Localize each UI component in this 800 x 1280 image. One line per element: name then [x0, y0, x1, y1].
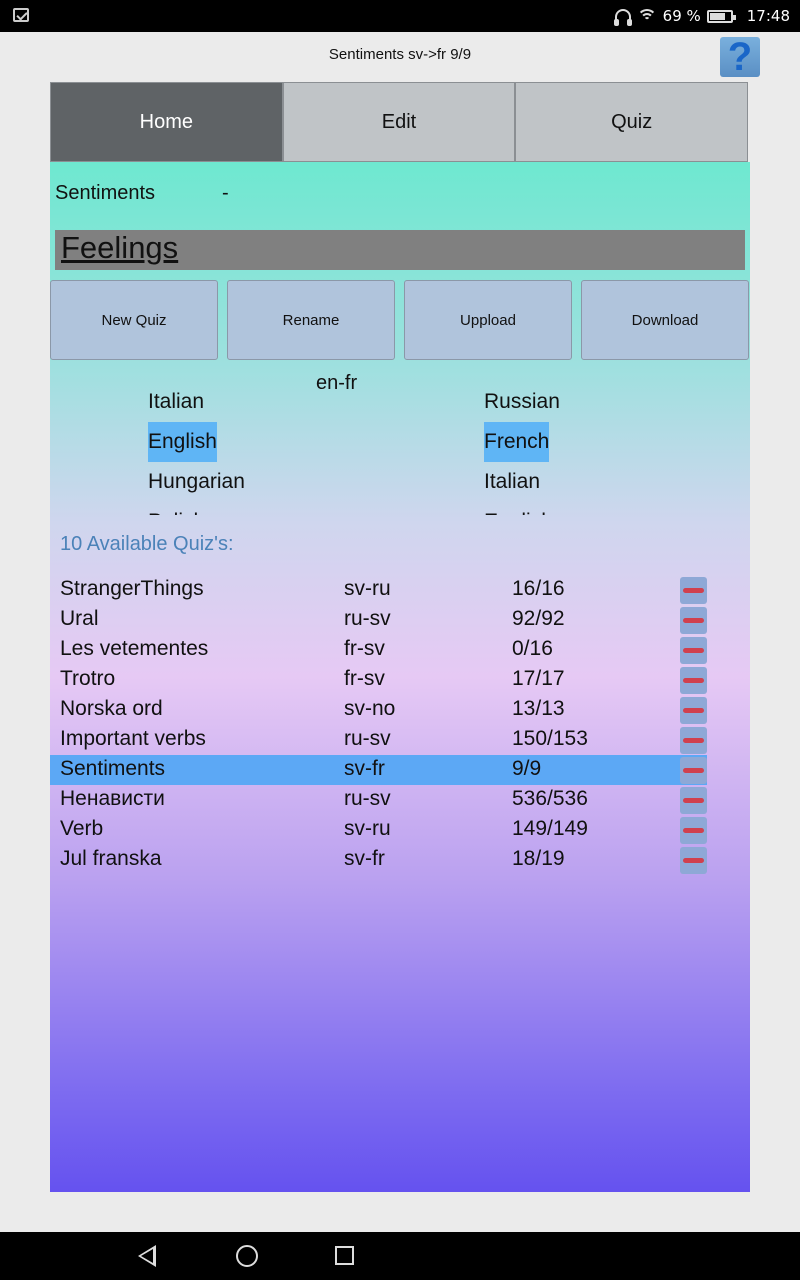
quiz-score: 92/92: [512, 607, 565, 630]
navigation-bar: [0, 1232, 800, 1280]
language-option[interactable]: Italian: [148, 382, 245, 422]
nav-back-icon[interactable]: [138, 1245, 156, 1267]
quiz-name: Sentiments: [60, 757, 166, 780]
help-icon: ?: [727, 34, 753, 79]
remove-icon[interactable]: [680, 817, 707, 844]
download-button[interactable]: Download: [581, 280, 749, 360]
status-bar: 69 % 17:48: [0, 0, 800, 32]
available-quizzes-label: 10 Available Quiz's:: [60, 533, 234, 555]
remove-icon[interactable]: [680, 637, 707, 664]
language-picker: en-fr Italian English Hungarian Polish R…: [50, 372, 750, 515]
tab-home[interactable]: Home: [50, 82, 283, 162]
quiz-language-pair: sv-fr: [344, 757, 385, 780]
quiz-row[interactable]: Ненависти ru-sv 536/536: [50, 785, 750, 815]
quiz-language-pair: fr-sv: [344, 637, 385, 660]
quiz-row-selected[interactable]: Sentiments sv-fr 9/9: [50, 755, 707, 785]
quiz-score: 536/536: [512, 787, 588, 810]
page-title: Sentiments sv->fr 9/9: [328, 46, 472, 63]
quiz-row[interactable]: Ural ru-sv 92/92: [50, 605, 750, 635]
new-quiz-button[interactable]: New Quiz: [50, 280, 218, 360]
quiz-score: 9/9: [512, 757, 542, 780]
quiz-score: 16/16: [512, 577, 565, 600]
quiz-score: 0/16: [512, 637, 553, 660]
language-option[interactable]: Hungarian: [148, 462, 245, 502]
language-option-selected[interactable]: French: [484, 422, 560, 462]
source-language-list[interactable]: Italian English Hungarian Polish: [148, 382, 245, 515]
quiz-language-pair: sv-ru: [344, 817, 391, 840]
language-option-selected[interactable]: English: [148, 422, 245, 462]
quiz-name: Jul franska: [60, 847, 162, 870]
remove-icon[interactable]: [680, 667, 707, 694]
quiz-name: Ural: [60, 607, 99, 630]
quiz-score: 17/17: [512, 667, 565, 690]
quiz-row[interactable]: Jul franska sv-fr 18/19: [50, 845, 750, 875]
remove-icon[interactable]: [680, 757, 707, 784]
quiz-language-pair: ru-sv: [344, 787, 391, 810]
quiz-score: 150/153: [512, 727, 588, 750]
current-quiz-separator: -: [222, 182, 229, 204]
quiz-language-pair: sv-ru: [344, 577, 391, 600]
remove-icon[interactable]: [680, 787, 707, 814]
quiz-name: Trotro: [60, 667, 116, 690]
quiz-score: 149/149: [512, 817, 588, 840]
quiz-name: Important verbs: [60, 727, 206, 750]
current-quiz-row: Sentiments -: [55, 182, 229, 205]
quiz-name: StrangerThings: [60, 577, 204, 600]
quiz-score: 13/13: [512, 697, 565, 720]
category-label: Feelings: [61, 230, 179, 265]
category-header[interactable]: Feelings: [55, 230, 745, 270]
language-option[interactable]: Russian: [484, 382, 560, 422]
home-panel: Sentiments - Feelings New Quiz Rename Up…: [50, 162, 750, 1192]
quiz-score: 18/19: [512, 847, 565, 870]
quiz-row[interactable]: Les vetementes fr-sv 0/16: [50, 635, 750, 665]
remove-icon[interactable]: [680, 577, 707, 604]
battery-percent: 69 %: [662, 7, 701, 25]
wifi-icon: [636, 8, 657, 24]
quiz-name: Les vetementes: [60, 637, 209, 660]
quiz-language-pair: ru-sv: [344, 607, 391, 630]
current-quiz-name: Sentiments: [55, 182, 156, 204]
language-code: en-fr: [316, 372, 358, 394]
remove-icon[interactable]: [680, 697, 707, 724]
quiz-row[interactable]: Verb sv-ru 149/149: [50, 815, 750, 845]
quiz-row[interactable]: Important verbs ru-sv 150/153: [50, 725, 750, 755]
quiz-name: Verb: [60, 817, 104, 840]
quiz-language-pair: sv-fr: [344, 847, 385, 870]
quiz-row[interactable]: Trotro fr-sv 17/17: [50, 665, 750, 695]
tab-edit[interactable]: Edit: [282, 82, 516, 162]
nav-recent-icon[interactable]: [335, 1246, 354, 1265]
tab-quiz[interactable]: Quiz: [515, 82, 749, 162]
remove-icon[interactable]: [680, 607, 707, 634]
rename-button[interactable]: Rename: [227, 280, 395, 360]
battery-icon: [706, 9, 736, 23]
quiz-row[interactable]: StrangerThings sv-ru 16/16: [50, 575, 750, 605]
quiz-language-pair: sv-no: [344, 697, 396, 720]
quiz-name: Norska ord: [60, 697, 163, 720]
headphones-icon: [613, 9, 632, 26]
language-option[interactable]: Polish: [148, 502, 245, 515]
language-option[interactable]: Italian: [484, 462, 560, 502]
clock: 17:48: [746, 7, 790, 25]
quiz-list: StrangerThings sv-ru 16/16 Ural ru-sv 92…: [50, 575, 750, 875]
upload-button[interactable]: Uppload: [404, 280, 572, 360]
quiz-language-pair: ru-sv: [344, 727, 391, 750]
quiz-language-pair: fr-sv: [344, 667, 385, 690]
quiz-row[interactable]: Norska ord sv-no 13/13: [50, 695, 750, 725]
quiz-name: Ненависти: [60, 787, 165, 810]
nav-home-icon[interactable]: [236, 1245, 258, 1267]
target-language-list[interactable]: Russian French Italian English: [484, 382, 560, 515]
language-option[interactable]: English: [484, 502, 560, 515]
help-button[interactable]: ?: [720, 34, 760, 79]
remove-icon[interactable]: [680, 847, 707, 874]
status-right: 69 % 17:48: [613, 0, 790, 32]
remove-icon[interactable]: [680, 727, 707, 754]
notification-icon: [13, 8, 29, 22]
tab-bar: Home Edit Quiz: [50, 82, 749, 162]
